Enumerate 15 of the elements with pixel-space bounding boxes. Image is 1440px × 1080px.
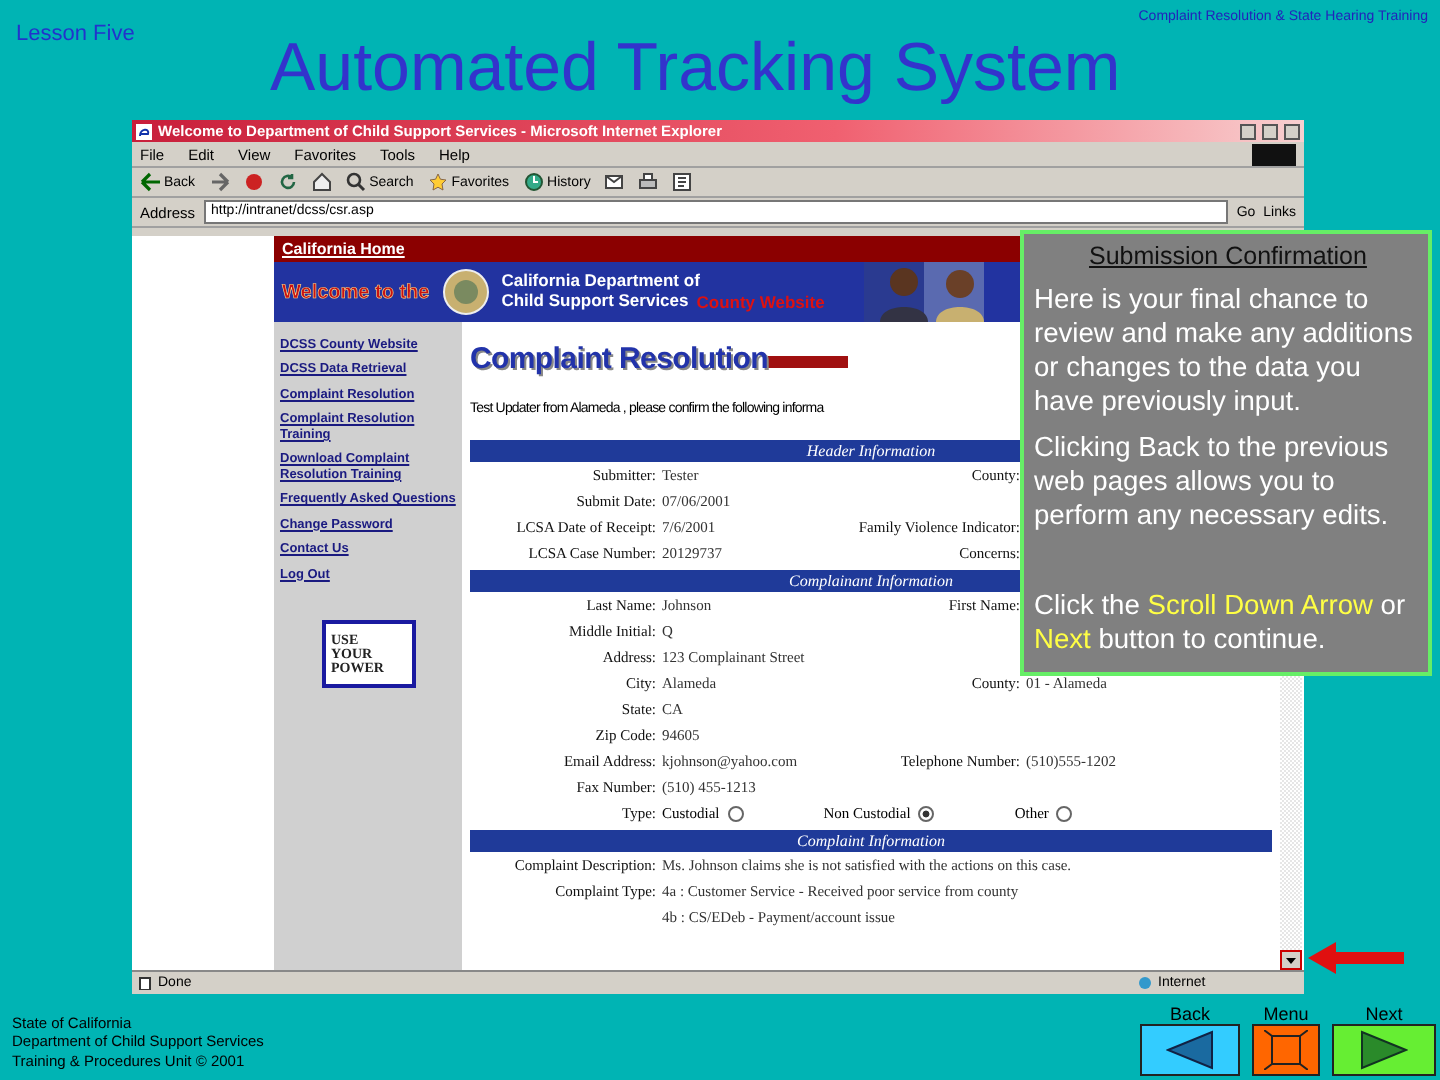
slide-title: Automated Tracking System <box>270 28 1121 110</box>
department-name: Child Support Services <box>501 291 689 312</box>
lesson-label: Lesson Five <box>16 22 137 46</box>
nav-label: Menu <box>1263 1004 1309 1024</box>
county-website-text: County Website <box>696 291 825 312</box>
welcome-text: Welcome to the <box>282 281 430 303</box>
nav-label: Next <box>1365 1004 1403 1024</box>
department-name: California Department of <box>501 272 702 292</box>
nav-label: Back <box>1169 1004 1210 1024</box>
callout-text: Click the Scroll Down Arrow or Next button to continue. <box>1034 588 1408 656</box>
section-header: Complaint Information <box>470 830 1272 852</box>
callout-title: Submission Confirmation <box>1089 242 1367 270</box>
complaint-resolution-logo: Complaint Resolution <box>470 342 848 376</box>
home-link[interactable]: California Home <box>282 240 405 258</box>
callout-text: Here is your final chance to review and make any additions or changes to the data you have previously input. <box>1034 282 1415 418</box>
